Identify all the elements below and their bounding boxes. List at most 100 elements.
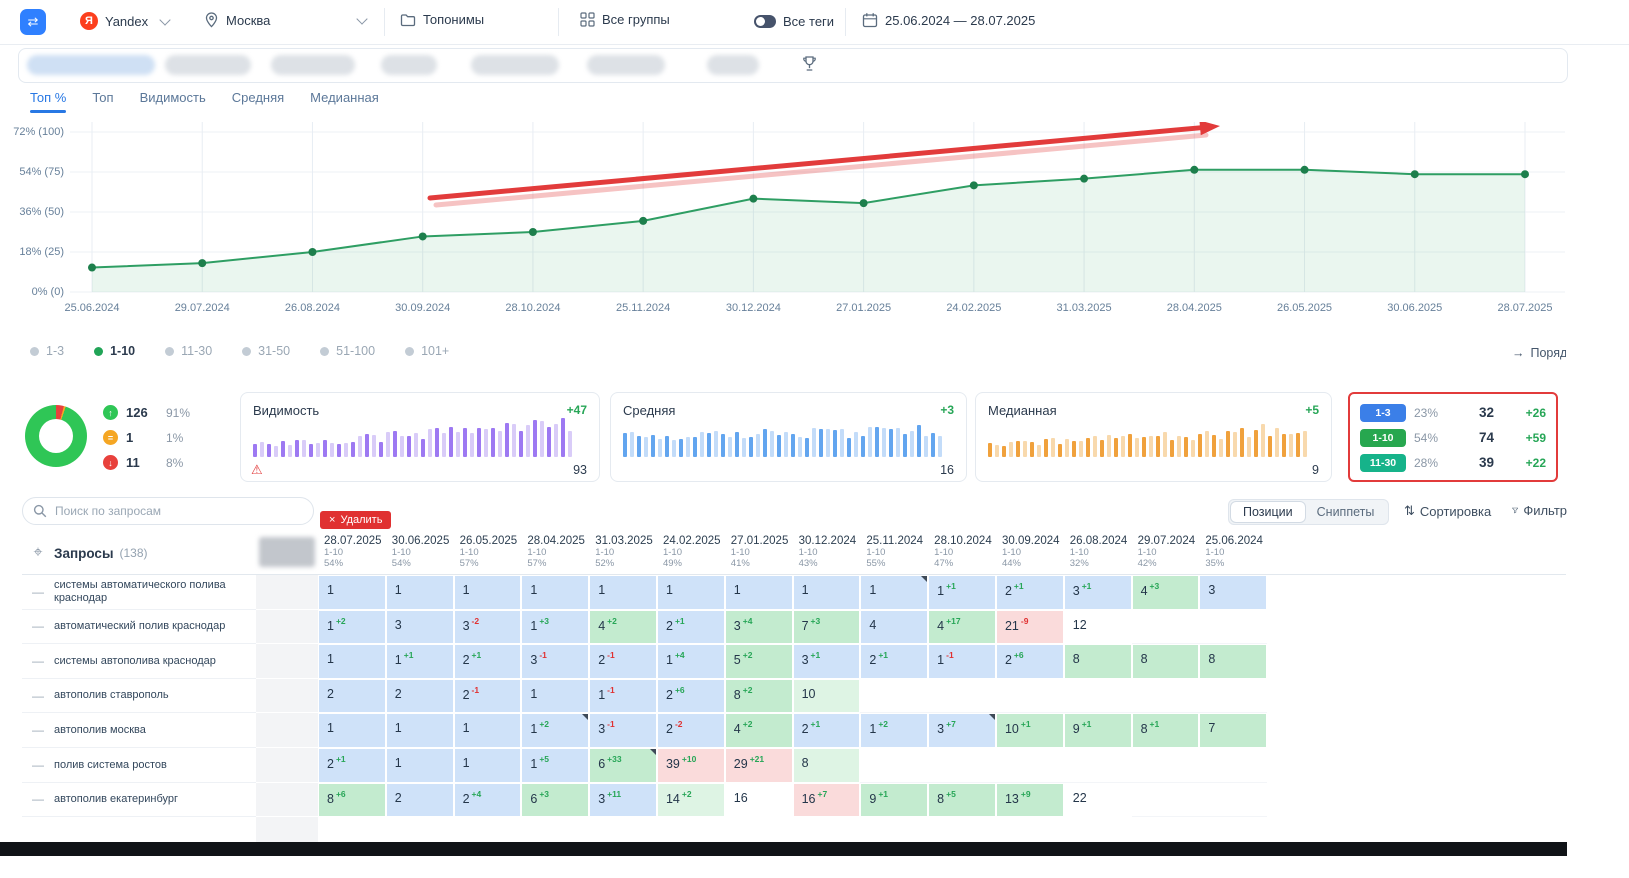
delete-button[interactable]: × Удалить (320, 511, 391, 529)
position-cell[interactable]: 1+4 (657, 644, 725, 679)
position-cell-empty[interactable] (1199, 748, 1267, 783)
search-input[interactable] (53, 503, 287, 519)
date-column-header[interactable]: 25.11.20241-1055% (860, 531, 928, 575)
tab-positions[interactable]: Позиции (1231, 502, 1305, 522)
position-cell-empty[interactable] (1199, 783, 1267, 818)
position-cell[interactable]: 9+1 (860, 783, 928, 818)
position-cell[interactable]: 1+5 (521, 748, 589, 783)
position-cell[interactable]: 3-1 (521, 644, 589, 679)
position-cell[interactable]: 8 (1199, 644, 1267, 679)
tab-snippets[interactable]: Сниппеты (1305, 502, 1387, 522)
legend-item-101+[interactable]: 101+ (405, 344, 449, 358)
position-cell[interactable]: 12 (1064, 610, 1132, 645)
position-cell-empty[interactable] (1132, 748, 1200, 783)
position-cell[interactable]: 2 (318, 679, 386, 714)
sort-control[interactable]: ⇅ Сортировка (1404, 503, 1491, 519)
row-drag-handle[interactable]: — (22, 610, 54, 645)
date-column-header[interactable]: 30.06.20251-1054% (386, 531, 454, 575)
legend-item-31-50[interactable]: 31-50 (242, 344, 290, 358)
position-cell[interactable]: 2+4 (454, 783, 522, 818)
position-cell[interactable]: 2+1 (793, 713, 861, 748)
position-cell[interactable]: 3+4 (725, 610, 793, 645)
position-cell[interactable]: 1 (386, 575, 454, 610)
position-cell[interactable]: 5+2 (725, 644, 793, 679)
query-cell[interactable]: системы автоматического полива краснодар (54, 575, 256, 610)
region-selector[interactable]: Москва (204, 12, 366, 28)
filter-chip[interactable] (165, 55, 251, 75)
date-column-header[interactable]: 25.06.20241-1035% (1199, 531, 1267, 575)
position-cell[interactable]: 2+6 (996, 644, 1064, 679)
filter-chip[interactable] (381, 55, 437, 75)
position-cell[interactable]: 1+1 (386, 644, 454, 679)
position-cell[interactable]: 1 (318, 575, 386, 610)
position-cell[interactable]: 29+21 (725, 748, 793, 783)
position-cell-empty[interactable] (1132, 679, 1200, 714)
position-cell[interactable]: 10+1 (996, 713, 1064, 748)
position-cell[interactable]: 8+6 (318, 783, 386, 818)
position-cell[interactable]: 1 (386, 713, 454, 748)
row-drag-handle[interactable]: — (22, 748, 54, 783)
row-drag-handle[interactable]: — (22, 644, 54, 679)
chart-tab-2[interactable]: Видимость (140, 90, 206, 113)
date-column-header[interactable]: 26.08.20241-1032% (1064, 531, 1132, 575)
position-cell[interactable]: 8 (1132, 644, 1200, 679)
position-cell[interactable]: 2+1 (454, 644, 522, 679)
row-drag-handle[interactable]: — (22, 679, 54, 714)
position-cell[interactable]: 1 (386, 748, 454, 783)
sync-button[interactable]: ⇄ (20, 9, 46, 35)
position-cell[interactable]: 16+7 (793, 783, 861, 818)
goal-trophy-icon[interactable] (801, 55, 818, 78)
position-cell[interactable]: 1 (793, 575, 861, 610)
position-cell[interactable]: 13+9 (996, 783, 1064, 818)
position-cell-empty[interactable] (1064, 748, 1132, 783)
query-cell[interactable]: автополив екатеринбург (54, 783, 256, 818)
position-cell-empty[interactable] (1199, 679, 1267, 714)
position-cell[interactable]: 8+1 (1132, 713, 1200, 748)
query-cell[interactable]: автополив москва (54, 713, 256, 748)
query-cell[interactable]: полив система ростов (54, 748, 256, 783)
filter-chip[interactable] (707, 55, 759, 75)
position-cell[interactable]: 3-1 (589, 713, 657, 748)
position-cell-empty[interactable] (996, 679, 1064, 714)
project-selector[interactable]: Топонимы (400, 12, 484, 27)
date-column-header[interactable]: 31.03.20251-1052% (589, 531, 657, 575)
position-cell[interactable]: 2+1 (996, 575, 1064, 610)
date-column-header[interactable]: 29.07.20241-1042% (1132, 531, 1200, 575)
date-column-header[interactable]: 30.09.20241-1044% (996, 531, 1064, 575)
position-cell[interactable]: 4+2 (589, 610, 657, 645)
position-cell[interactable]: 3+7 (928, 713, 996, 748)
position-cell[interactable]: 1 (454, 713, 522, 748)
position-cell[interactable]: 3+1 (1064, 575, 1132, 610)
position-cell[interactable]: 7 (1199, 713, 1267, 748)
position-cell[interactable]: 1+1 (928, 575, 996, 610)
positions-line-chart[interactable] (70, 122, 1565, 302)
position-cell-empty[interactable] (860, 748, 928, 783)
position-cell[interactable]: 10 (793, 679, 861, 714)
position-cell[interactable]: 1 (860, 575, 928, 610)
position-cell[interactable]: 2 (386, 679, 454, 714)
position-cell[interactable]: 1-1 (589, 679, 657, 714)
chart-tab-4[interactable]: Медианная (310, 90, 379, 113)
position-cell-empty[interactable] (1064, 679, 1132, 714)
position-cell[interactable]: 1+2 (521, 713, 589, 748)
position-cell[interactable]: 6+33 (589, 748, 657, 783)
position-cell[interactable]: 4 (860, 610, 928, 645)
position-cell[interactable]: 4+2 (725, 713, 793, 748)
date-column-header[interactable]: 28.10.20241-1047% (928, 531, 996, 575)
position-cell[interactable]: 1 (454, 748, 522, 783)
row-drag-handle[interactable]: — (22, 713, 54, 748)
position-cell[interactable]: 1 (589, 575, 657, 610)
position-cell[interactable]: 1+2 (318, 610, 386, 645)
position-cell[interactable]: 2-1 (589, 644, 657, 679)
position-cell[interactable]: 16 (725, 783, 793, 818)
filter-chip[interactable] (27, 55, 155, 75)
position-cell[interactable]: 8 (793, 748, 861, 783)
position-cell[interactable]: 1+3 (521, 610, 589, 645)
position-cell[interactable]: 2+1 (318, 748, 386, 783)
position-cell[interactable]: 8+5 (928, 783, 996, 818)
position-cell[interactable]: 1 (521, 679, 589, 714)
position-cell-empty[interactable] (1132, 610, 1200, 645)
queries-column-header[interactable]: Запросы(138) (54, 531, 256, 575)
position-cell[interactable]: 2-1 (454, 679, 522, 714)
order-control[interactable]: → Порядок (1512, 346, 1566, 360)
